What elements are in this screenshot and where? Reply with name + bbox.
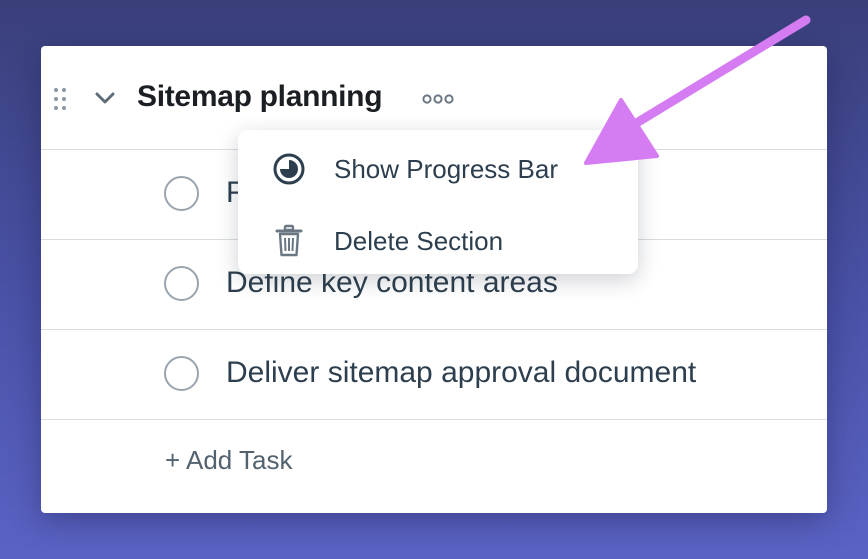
menu-item-label: Delete Section	[334, 226, 504, 256]
menu-item-label: Show Progress Bar	[334, 154, 558, 184]
more-options-icon[interactable]	[421, 89, 455, 109]
drag-handle-icon[interactable]	[54, 88, 68, 112]
task-label[interactable]: Deliver sitemap approval document	[226, 356, 696, 390]
menu-item-show-progress-bar[interactable]: Show Progress Bar	[238, 134, 638, 200]
menu-item-delete-section[interactable]: Delete Section	[238, 206, 638, 272]
chevron-down-icon[interactable]	[94, 90, 116, 106]
trash-icon	[275, 224, 303, 257]
circle-check-icon[interactable]	[164, 176, 199, 211]
circle-check-icon[interactable]	[164, 356, 199, 391]
section-title: Sitemap planning	[137, 80, 383, 113]
circle-check-icon[interactable]	[164, 266, 199, 301]
task-row: Deliver sitemap approval document	[41, 330, 827, 420]
task-section-card: Sitemap planning F Define key content ar…	[41, 46, 827, 513]
progress-pie-icon	[273, 153, 305, 185]
section-options-menu: Show Progress Bar Delete Section	[238, 130, 638, 274]
add-task-button[interactable]: + Add Task	[165, 445, 292, 476]
